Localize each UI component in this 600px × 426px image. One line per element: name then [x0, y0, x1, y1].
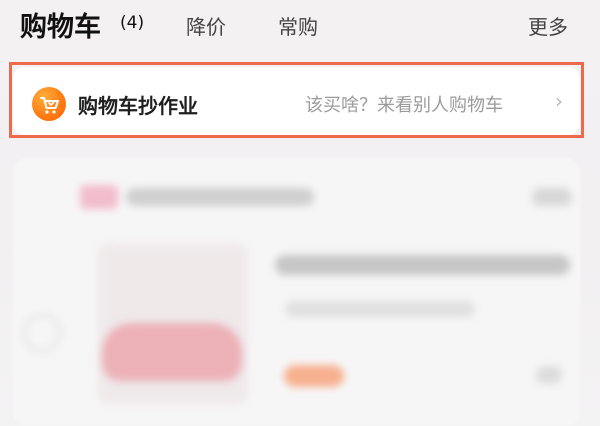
- shop-badge: [80, 185, 118, 209]
- shop-name-placeholder: [126, 188, 314, 206]
- product-image: [102, 323, 242, 381]
- tab-frequent[interactable]: 常购: [278, 11, 318, 40]
- product-title-placeholder: [275, 255, 570, 275]
- product-spec-placeholder: [285, 301, 475, 317]
- header-bar: 购物车 (4) 降价 常购 更多: [0, 0, 600, 56]
- more-button[interactable]: 更多: [528, 11, 568, 40]
- quantity-placeholder: [536, 366, 562, 384]
- product-price-placeholder: [284, 365, 344, 387]
- cart-count: (4): [120, 13, 145, 33]
- shop-coupon-placeholder: [532, 188, 572, 206]
- tab-price-drop[interactable]: 降价: [186, 11, 226, 40]
- highlight-outline: [9, 62, 584, 138]
- page-title: 购物车: [20, 12, 101, 43]
- item-select-checkbox[interactable]: [23, 314, 61, 352]
